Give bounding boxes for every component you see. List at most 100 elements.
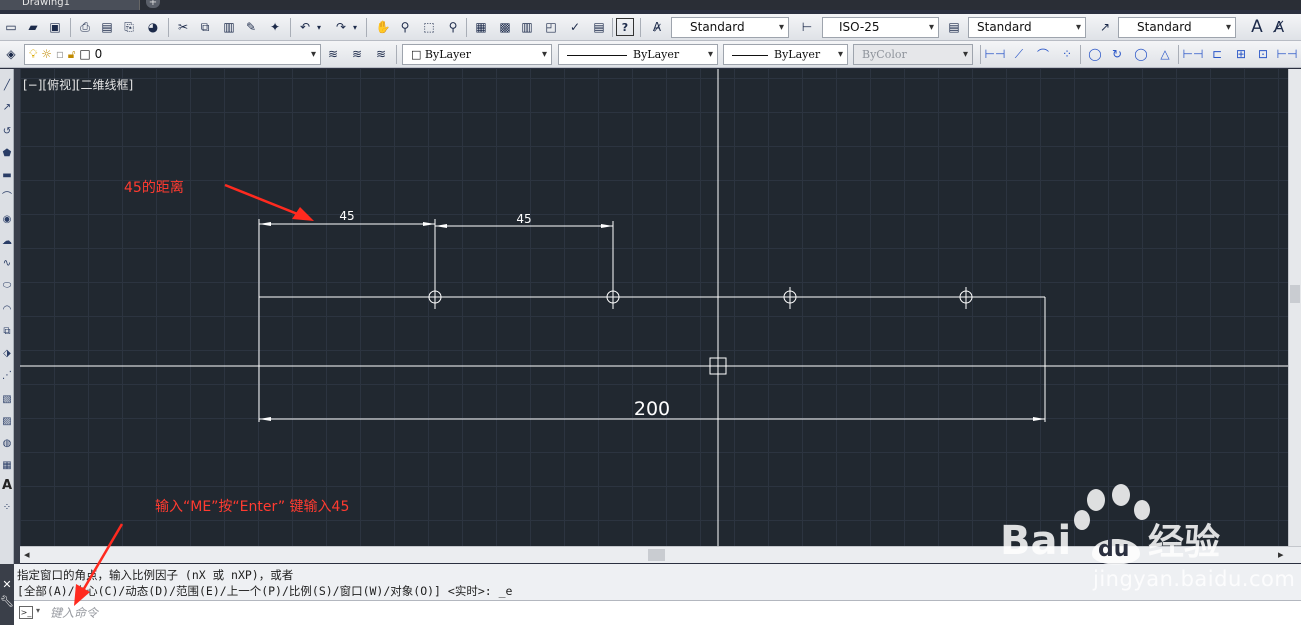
open-icon[interactable]: ▰ bbox=[24, 18, 42, 36]
insert-block-icon[interactable]: ⧉ bbox=[0, 325, 14, 339]
recent-commands-dropdown-icon[interactable]: ▾ bbox=[36, 606, 40, 615]
spline-icon[interactable]: ∿ bbox=[0, 257, 14, 271]
table-icon[interactable]: ▦ bbox=[0, 459, 14, 473]
text-style-select[interactable]: Standard ▾ bbox=[671, 17, 789, 38]
close-icon[interactable]: ✕ bbox=[0, 578, 14, 591]
command-input[interactable] bbox=[50, 604, 650, 622]
dim-linear-icon[interactable]: ⊢⊣ bbox=[985, 45, 1006, 63]
paste-icon[interactable]: ▥ bbox=[220, 18, 238, 36]
command-prompt-icon[interactable]: >_ bbox=[19, 606, 33, 619]
dim-style-select[interactable]: ISO-25 ▾ bbox=[822, 17, 939, 38]
add-selected-icon[interactable]: ⁘ bbox=[0, 501, 14, 515]
horizontal-scroll-thumb[interactable] bbox=[648, 549, 665, 561]
save-icon[interactable]: ▣ bbox=[46, 18, 64, 36]
markup-icon[interactable]: ✓ bbox=[566, 18, 584, 36]
arc-icon[interactable]: ⌒ bbox=[0, 191, 14, 205]
point-icon[interactable]: ⋰ bbox=[0, 369, 14, 383]
ellipse-icon[interactable]: ⬭ bbox=[0, 279, 14, 293]
scroll-left-icon[interactable]: ◂ bbox=[24, 547, 30, 563]
command-line-handle[interactable]: ✕ 🔧︎ bbox=[0, 564, 14, 625]
dim-radius-icon[interactable]: ◯ bbox=[1086, 45, 1104, 63]
color-select[interactable]: □ ByLayer ▾ bbox=[402, 44, 552, 65]
copy-icon[interactable]: ⧉ bbox=[196, 18, 214, 36]
layer-properties-icon[interactable]: ◈ bbox=[2, 45, 20, 63]
cut-icon[interactable]: ✂ bbox=[174, 18, 192, 36]
draw-tool-palette: ╱ ↗ ↺ ⬟ ▬ ⌒ ◉ ☁ ∿ ⬭ ◠ ⧉ ⬗ ⋰ ▧ ▨ ◍ ▦ A ⁘ bbox=[0, 69, 14, 564]
zoom-previous-icon[interactable]: ⚲ bbox=[444, 18, 462, 36]
arrowhead-45b-left bbox=[435, 224, 447, 228]
help-icon[interactable]: ? bbox=[616, 18, 634, 36]
vertical-scrollbar[interactable] bbox=[1288, 69, 1301, 546]
quickcalc-icon[interactable]: ▤ bbox=[590, 18, 608, 36]
rectangle-icon[interactable]: ▬ bbox=[0, 169, 14, 183]
dim-baseline-icon[interactable]: ⊏ bbox=[1208, 45, 1226, 63]
zoom-window-icon[interactable]: ⬚ bbox=[420, 18, 438, 36]
dim-jogged-icon[interactable]: ↻ bbox=[1108, 45, 1126, 63]
undo-icon[interactable]: ↶ bbox=[296, 18, 314, 36]
properties-icon[interactable]: ▦ bbox=[472, 18, 490, 36]
sheet-set-icon[interactable]: ◰ bbox=[542, 18, 560, 36]
text-style-icon: A̷ bbox=[652, 20, 662, 34]
dim-angular-icon[interactable]: △ bbox=[1156, 45, 1174, 63]
make-block-icon[interactable]: ⬗ bbox=[0, 347, 14, 361]
region-icon[interactable]: ◍ bbox=[0, 437, 14, 451]
linetype-select[interactable]: ByLayer ▾ bbox=[558, 44, 718, 65]
dim-ordinate-icon[interactable]: ⁘ bbox=[1058, 45, 1076, 63]
pan-icon[interactable]: ✋ bbox=[374, 18, 392, 36]
print-icon[interactable]: ⎙ bbox=[76, 18, 94, 36]
gradient-icon[interactable]: ▨ bbox=[0, 415, 14, 429]
polyline-icon[interactable]: ↺ bbox=[0, 125, 14, 139]
drawing-canvas[interactable]: [−][俯视][二维线框] 45 45 200 45的距离 输入“ME”按“En… bbox=[20, 69, 1288, 546]
undo-dropdown-icon[interactable]: ▾ bbox=[314, 18, 324, 36]
dim-text-45-a: 45 bbox=[339, 209, 354, 223]
arrowhead-45a-right bbox=[423, 222, 435, 226]
mtext-icon[interactable]: A bbox=[0, 479, 14, 493]
polygon-icon[interactable]: ⬟ bbox=[0, 147, 14, 161]
layer-select[interactable]: 💡︎ ☼ ▫ 🔓︎ □ 0 ▾ bbox=[24, 44, 321, 65]
hatch-icon[interactable]: ▧ bbox=[0, 393, 14, 407]
arrowhead-45a-left bbox=[259, 222, 271, 226]
match-properties-icon[interactable]: ✎ bbox=[242, 18, 260, 36]
layer-state-icon[interactable]: ≋ bbox=[372, 45, 390, 63]
construction-line-icon[interactable]: ↗ bbox=[0, 101, 14, 115]
publish-icon[interactable]: ⎘ bbox=[120, 18, 138, 36]
color-swatch-icon: □ bbox=[411, 48, 422, 61]
dim-arc-icon[interactable]: ⌒ bbox=[1034, 45, 1052, 63]
zoom-realtime-icon[interactable]: ⚲ bbox=[396, 18, 414, 36]
circle-icon[interactable]: ◉ bbox=[0, 213, 14, 227]
annotation-visibility-icon[interactable]: A̸ bbox=[1270, 18, 1288, 36]
annotation-scale-icon[interactable]: A bbox=[1248, 17, 1266, 37]
tool-palettes-icon[interactable]: ▥ bbox=[518, 18, 536, 36]
block-editor-icon[interactable]: ✦ bbox=[266, 18, 284, 36]
dim-break-icon[interactable]: ⊢⊣ bbox=[1277, 45, 1298, 63]
vertical-scroll-thumb[interactable] bbox=[1290, 285, 1300, 303]
dim-space-icon[interactable]: ⊡ bbox=[1254, 45, 1272, 63]
layer-lock-icon: 🔓︎ bbox=[67, 47, 76, 61]
lineweight-select[interactable]: ByLayer ▾ bbox=[723, 44, 848, 65]
make-current-layer-icon[interactable]: ≋ bbox=[324, 45, 342, 63]
dim-diameter-icon[interactable]: ◯ bbox=[1132, 45, 1150, 63]
watermark-url: jingyan.baidu.com bbox=[1093, 567, 1296, 591]
dim-aligned-icon[interactable]: ⟋ bbox=[1010, 45, 1028, 63]
preview-icon[interactable]: ▤ bbox=[98, 18, 116, 36]
plot-style-select: ByColor ▾ bbox=[853, 44, 973, 65]
redo-dropdown-icon[interactable]: ▾ bbox=[350, 18, 360, 36]
command-history-line: [全部(A)/中心(C)/动态(D)/范围(E)/上一个(P)/比例(S)/窗口… bbox=[17, 584, 513, 598]
qdim-icon[interactable]: ⊢⊣ bbox=[1183, 45, 1204, 63]
mleader-style-select[interactable]: Standard ▾ bbox=[1118, 17, 1236, 38]
new-icon[interactable]: ▭ bbox=[2, 18, 20, 36]
table-style-select[interactable]: Standard ▾ bbox=[968, 17, 1086, 38]
ellipse-arc-icon[interactable]: ◠ bbox=[0, 303, 14, 317]
redo-icon[interactable]: ↷ bbox=[332, 18, 350, 36]
line-icon[interactable]: ╱ bbox=[0, 79, 14, 93]
design-center-icon[interactable]: ▩ bbox=[496, 18, 514, 36]
arrowhead-45b-right bbox=[601, 224, 613, 228]
customize-icon[interactable]: 🔧︎ bbox=[0, 595, 14, 608]
dim-continue-icon[interactable]: ⊞ bbox=[1232, 45, 1250, 63]
3d-print-icon[interactable]: ◕ bbox=[144, 18, 162, 36]
new-tab-button[interactable]: + bbox=[146, 0, 160, 8]
revcloud-icon[interactable]: ☁ bbox=[0, 235, 14, 249]
title-tab-strip: Drawing1 + bbox=[0, 0, 1301, 10]
layer-previous-icon[interactable]: ≋ bbox=[348, 45, 366, 63]
document-tab[interactable]: Drawing1 bbox=[0, 0, 140, 10]
